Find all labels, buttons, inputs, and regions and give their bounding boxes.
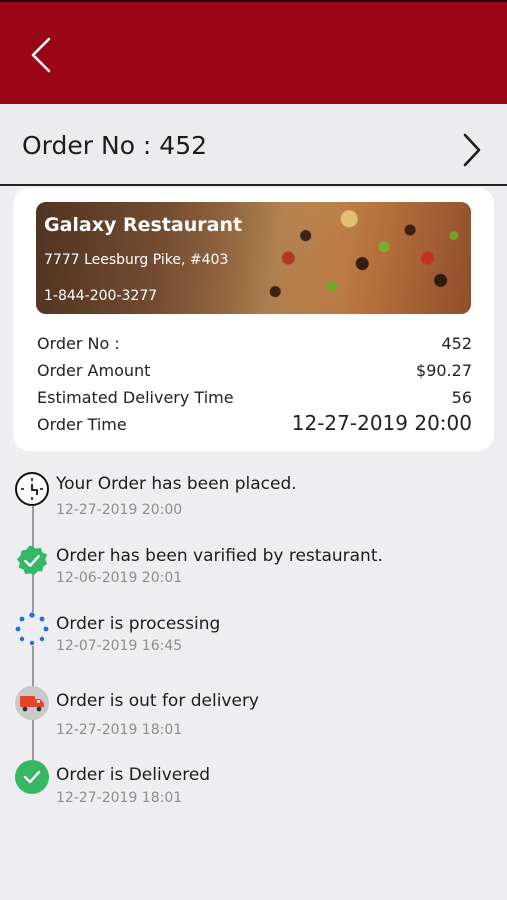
top-app-bar (0, 0, 507, 104)
order-header: Order No : 452 (0, 104, 507, 186)
delivery-time-row: Estimated Delivery Time 56 (37, 388, 472, 407)
timeline-step-time: 12-07-2019 16:45 (56, 638, 183, 654)
timeline-step-time: 12-27-2019 18:01 (56, 722, 183, 738)
delivery-truck-icon (15, 686, 49, 720)
restaurant-address: 7777 Leesburg Pike, #403 (44, 252, 229, 268)
delivery-time-label: Estimated Delivery Time (37, 388, 234, 407)
order-summary-card: Galaxy Restaurant 7777 Leesburg Pike, #4… (13, 188, 494, 451)
loading-spinner-icon (15, 612, 49, 646)
timeline-step-title: Order is processing (56, 614, 221, 634)
timeline-step-title: Order is Delivered (56, 765, 211, 785)
order-number-label: Order No : (37, 334, 120, 353)
restaurant-name: Galaxy Restaurant (44, 214, 243, 236)
delivery-time-value: 56 (451, 388, 472, 407)
clock-icon (15, 472, 49, 506)
order-amount-row: Order Amount $90.27 (37, 361, 472, 380)
order-amount-value: $90.27 (416, 361, 472, 380)
check-circle-icon (15, 760, 49, 794)
order-time-value: 12-27-2019 20:00 (291, 411, 472, 435)
back-button[interactable] (26, 34, 56, 76)
chevron-right-icon (463, 133, 481, 167)
timeline-step-time: 12-27-2019 18:01 (56, 790, 183, 806)
order-time-row: Order Time 12-27-2019 20:00 (37, 411, 472, 435)
verified-badge-icon (15, 544, 49, 578)
order-title: Order No : 452 (22, 131, 208, 160)
timeline-step-time: 12-27-2019 20:00 (56, 502, 183, 518)
next-order-button[interactable] (457, 130, 487, 170)
timeline-step-time: 12-06-2019 20:01 (56, 570, 183, 586)
order-number-row: Order No : 452 (37, 334, 472, 353)
restaurant-phone[interactable]: 1-844-200-3277 (44, 288, 157, 304)
timeline-step-title: Order has been varified by restaurant. (56, 546, 383, 566)
chevron-left-icon (31, 37, 51, 73)
timeline-step-title: Your Order has been placed. (56, 474, 297, 494)
order-amount-label: Order Amount (37, 361, 151, 380)
timeline-step-title: Order is out for delivery (56, 691, 259, 711)
order-number-value: 452 (441, 334, 472, 353)
restaurant-banner: Galaxy Restaurant 7777 Leesburg Pike, #4… (36, 202, 471, 314)
order-time-label: Order Time (37, 415, 127, 434)
